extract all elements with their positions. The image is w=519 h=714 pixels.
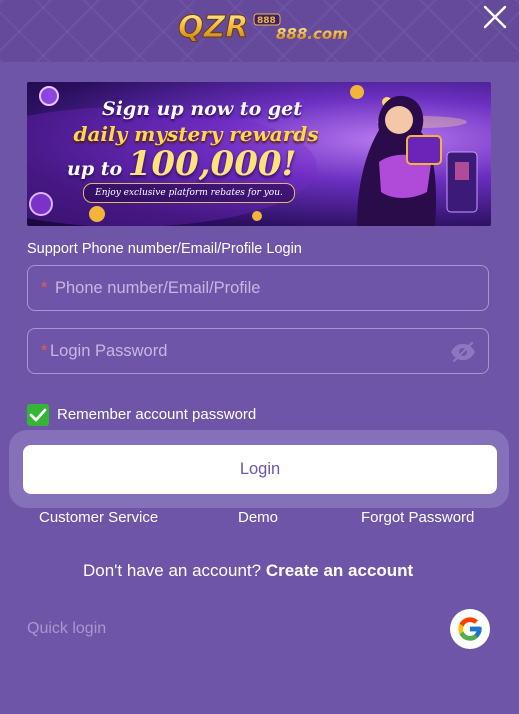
svg-text:QZR: QZR bbox=[178, 10, 248, 45]
remember-label[interactable]: Remember account password bbox=[57, 406, 256, 423]
login-button[interactable]: Login bbox=[23, 445, 497, 494]
signup-prompt-text: Don't have an account? bbox=[83, 561, 262, 580]
banner-amount-prefix: up to bbox=[67, 158, 123, 180]
close-icon[interactable] bbox=[482, 4, 508, 30]
banner-headline: Sign up now to get bbox=[101, 98, 303, 120]
login-method-label: Support Phone number/Email/Profile Login bbox=[27, 241, 302, 257]
banner-amount-value: 100,000! bbox=[127, 144, 297, 184]
signup-prompt: Don't have an account? Create an account bbox=[83, 561, 413, 581]
customer-service-link[interactable]: Customer Service bbox=[39, 509, 158, 526]
promo-banner[interactable]: Sign up now to get daily mystery rewards… bbox=[27, 82, 491, 226]
account-field[interactable]: * bbox=[27, 265, 489, 311]
forgot-password-link[interactable]: Forgot Password bbox=[361, 509, 474, 526]
banner-amount: up to 100,000! bbox=[67, 144, 296, 184]
password-input[interactable] bbox=[28, 329, 488, 373]
header: QZR 888 888.com bbox=[0, 0, 519, 62]
google-login-button[interactable] bbox=[450, 609, 490, 649]
banner-subheadline: daily mystery rewards bbox=[73, 122, 319, 146]
remember-checkbox[interactable] bbox=[27, 404, 49, 426]
brand-logo: QZR 888 888.com bbox=[178, 10, 348, 46]
quick-login-label: Quick login bbox=[27, 620, 107, 637]
svg-text:888.com: 888.com bbox=[276, 25, 348, 43]
banner-caption: Enjoy exclusive platform rebates for you… bbox=[83, 183, 295, 203]
demo-link[interactable]: Demo bbox=[238, 509, 278, 526]
account-input[interactable] bbox=[28, 266, 488, 310]
password-field[interactable]: * bbox=[27, 328, 489, 374]
svg-text:888: 888 bbox=[257, 16, 276, 26]
checkmark-icon bbox=[29, 408, 47, 422]
eye-slash-icon[interactable] bbox=[449, 341, 477, 363]
google-icon bbox=[458, 617, 482, 641]
create-account-link[interactable]: Create an account bbox=[266, 561, 413, 580]
